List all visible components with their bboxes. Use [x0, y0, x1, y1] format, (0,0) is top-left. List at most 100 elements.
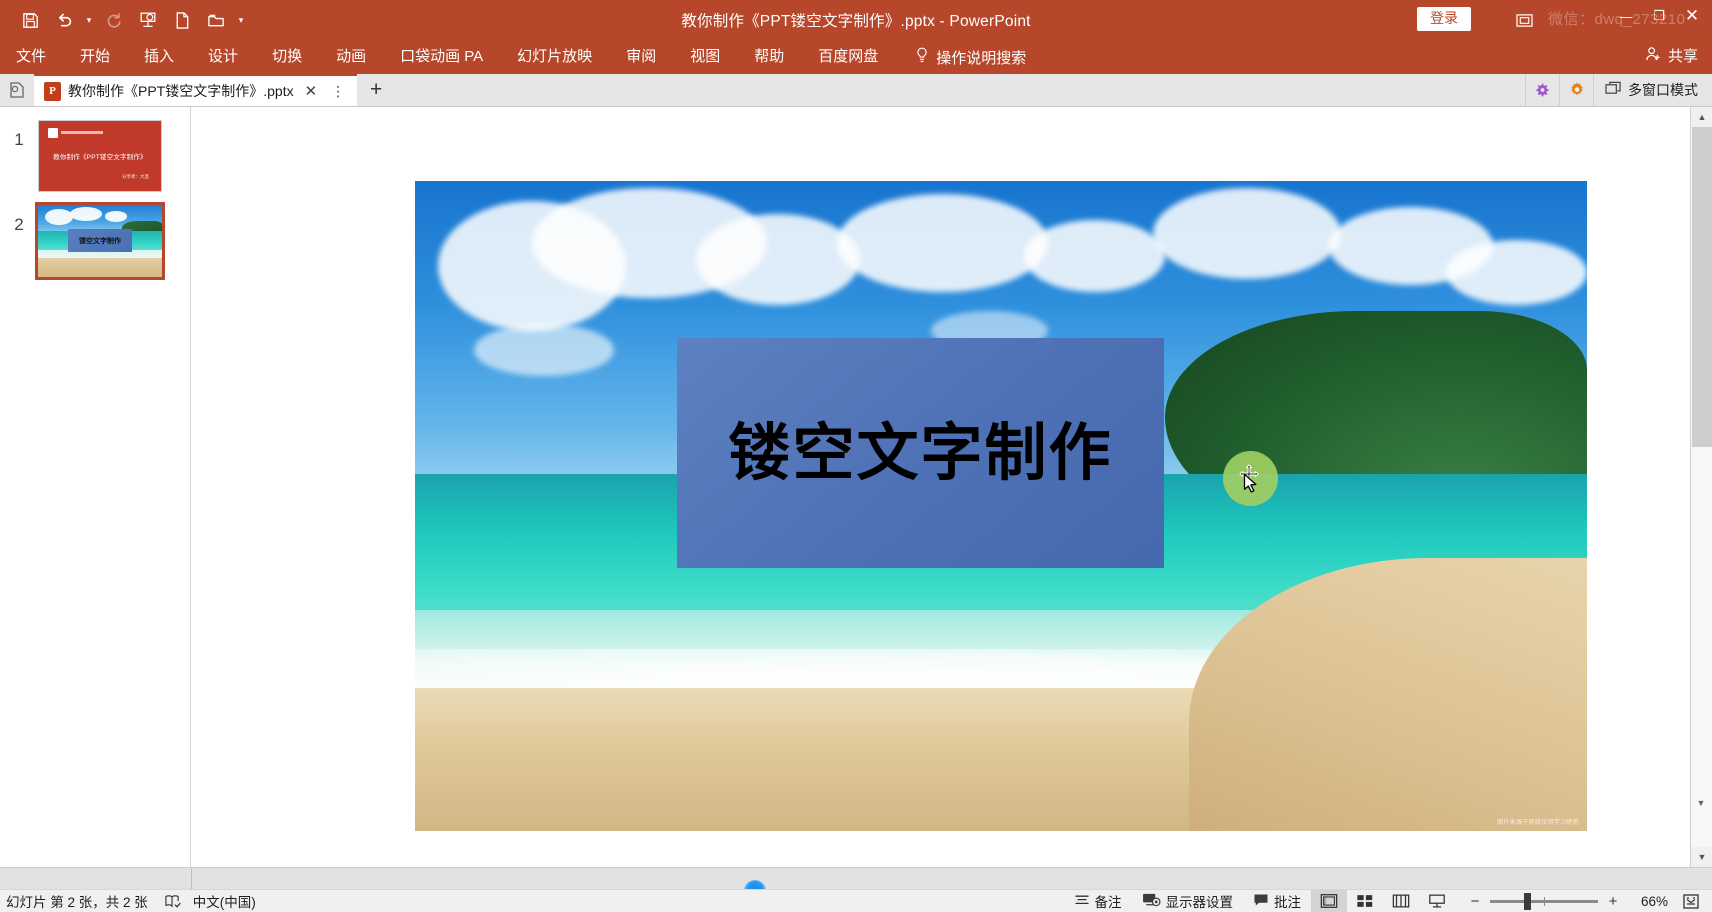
slide-number: 2 [14, 215, 24, 234]
save-icon[interactable] [14, 5, 46, 35]
share-label: 共享 [1667, 48, 1698, 65]
undo-dropdown-caret-icon[interactable]: ▾ [82, 5, 96, 35]
share-button[interactable]: 共享 [1645, 45, 1698, 66]
new-file-icon[interactable] [166, 5, 198, 35]
menu-tab-pocket-animation[interactable]: 口袋动画 PA [400, 43, 483, 71]
notes-splitter[interactable] [0, 867, 1712, 902]
customize-qat-icon[interactable]: ▾ [234, 5, 248, 35]
menu-tab-slideshow[interactable]: 幻灯片放映 [517, 43, 592, 71]
title-bar: ▾ ▾ 教你制作《PPT镂空文字制作》.pptx - PowerPoint 登录… [0, 0, 1712, 40]
tab-close-icon[interactable]: ✕ [301, 82, 322, 100]
scrollbar-thumb[interactable] [1692, 127, 1712, 447]
slide-thumbnail-2[interactable]: 镂空文字制作 [35, 202, 165, 280]
tabstrip-right-tools: 多窗口模式 [1525, 74, 1712, 106]
maximize-button[interactable]: ❐ [1645, 3, 1673, 29]
slide-number: 1 [14, 130, 24, 149]
plugin-star-icon[interactable] [1525, 74, 1559, 106]
text-placeholder-shape[interactable]: 镂空文字制作 [677, 338, 1164, 568]
undo-icon[interactable] [48, 5, 80, 35]
pane-divider [191, 868, 192, 890]
slide-thumbnail-1[interactable]: 教你制作《PPT镂空文字制作》 分享者：大圣 [38, 120, 162, 192]
thumb-logo-text [61, 131, 103, 134]
sign-in-button[interactable]: 登录 [1417, 7, 1471, 31]
comments-button[interactable]: 批注 [1243, 890, 1311, 912]
view-normal-button[interactable] [1311, 889, 1347, 912]
gear-icon[interactable] [1559, 74, 1593, 106]
view-slide-sorter-button[interactable] [1347, 890, 1383, 912]
zoom-slider-thumb[interactable] [1524, 892, 1531, 910]
person-add-icon [1645, 46, 1662, 66]
multi-window-mode-button[interactable]: 多窗口模式 [1593, 74, 1712, 106]
mouse-pointer-icon [1243, 473, 1259, 500]
fit-slide-to-window-icon[interactable] [1676, 890, 1706, 912]
language-indicator[interactable]: 中文(中国) [193, 891, 256, 911]
menu-tab-help[interactable]: 帮助 [754, 43, 784, 71]
powerpoint-window: ▾ ▾ 教你制作《PPT镂空文字制作》.pptx - PowerPoint 登录… [0, 0, 1712, 912]
new-tab-button[interactable]: + [357, 74, 395, 106]
multi-window-mode-label: 多窗口模式 [1628, 82, 1698, 98]
slide-thumbnail-item[interactable]: 1 教你制作《PPT镂空文字制作》 分享者：大圣 [0, 120, 191, 192]
thumb-cloud [45, 209, 73, 226]
open-file-icon[interactable] [200, 5, 232, 35]
document-tab[interactable]: P 教你制作《PPT镂空文字制作》.pptx ✕ ⋮ [34, 74, 358, 106]
lightbulb-icon [915, 47, 929, 68]
scrollbar-track[interactable] [1691, 127, 1712, 847]
menu-tab-insert[interactable]: 插入 [144, 43, 174, 71]
current-slide[interactable]: 图片来源于网络仅供学习使用 镂空文字制作 [415, 181, 1587, 831]
menu-tab-review[interactable]: 审阅 [626, 43, 656, 71]
cloud-shape [473, 324, 615, 376]
thumb-textbox: 镂空文字制作 [67, 229, 133, 252]
view-slideshow-button[interactable] [1419, 890, 1455, 912]
display-settings-button[interactable]: 显示器设置 [1132, 890, 1244, 912]
scroll-down-icon[interactable]: ▼ [1691, 847, 1712, 867]
menu-tab-home[interactable]: 开始 [80, 43, 110, 71]
notes-button[interactable]: 备注 [1064, 890, 1132, 912]
slide-canvas-area: 图片来源于网络仅供学习使用 镂空文字制作 [191, 107, 1690, 867]
cloud-shape [696, 213, 861, 305]
zoom-slider[interactable] [1490, 892, 1598, 910]
display-settings-icon [1142, 892, 1161, 910]
scroll-up-icon[interactable]: ▲ [1691, 107, 1712, 127]
menu-tab-file[interactable]: 文件 [16, 43, 46, 71]
zoom-out-button[interactable]: − [1469, 893, 1481, 910]
slide-image-watermark: 图片来源于网络仅供学习使用 [1497, 820, 1579, 826]
comment-bubble-icon [1253, 893, 1269, 910]
tab-menu-icon[interactable]: ⋮ [328, 83, 349, 100]
document-tab-label: 教你制作《PPT镂空文字制作》.pptx [68, 83, 294, 99]
tab-list-icon[interactable] [0, 74, 34, 106]
status-left: 幻灯片 第 2 张，共 2 张 中文(中国) [0, 891, 256, 911]
cloud-shape [1446, 239, 1587, 305]
thumb-textbox-text: 镂空文字制作 [78, 237, 121, 245]
ribbon-display-options-icon[interactable] [1511, 8, 1537, 32]
close-button[interactable]: ✕ [1678, 3, 1706, 29]
menu-tab-design[interactable]: 设计 [208, 43, 238, 71]
quick-access-toolbar: ▾ ▾ [0, 5, 248, 35]
workspace: 1 教你制作《PPT镂空文字制作》 分享者：大圣 2 镂空文字制作 图片来源于网… [0, 107, 1712, 867]
slide-thumbnail-pane[interactable]: 1 教你制作《PPT镂空文字制作》 分享者：大圣 2 镂空文字制作 [0, 107, 191, 867]
menu-tab-view[interactable]: 视图 [690, 43, 720, 71]
minimize-button[interactable]: — [1612, 3, 1640, 29]
notes-icon [1074, 893, 1090, 910]
thumb-title-text: 教你制作《PPT镂空文字制作》 [53, 154, 147, 161]
redo-icon[interactable] [98, 5, 130, 35]
powerpoint-file-icon: P [44, 81, 61, 101]
zoom-in-button[interactable]: + [1607, 893, 1619, 910]
menu-tab-transitions[interactable]: 切换 [272, 43, 302, 71]
view-reading-button[interactable] [1383, 890, 1419, 912]
thumb-cloud [104, 210, 128, 222]
ribbon-tab-bar: 文件 开始 插入 设计 切换 动画 口袋动画 PA 幻灯片放映 审阅 视图 帮助… [0, 40, 1712, 74]
tell-me-search[interactable]: 操作说明搜索 [915, 47, 1026, 68]
menu-tab-animations[interactable]: 动画 [336, 43, 366, 71]
zoom-control[interactable]: − + 66% [1455, 892, 1676, 910]
start-presentation-icon[interactable] [132, 5, 164, 35]
status-right: 备注 显示器设置 批注 − + 66% [1064, 889, 1712, 912]
menu-tab-baidu-netdisk[interactable]: 百度网盘 [818, 43, 878, 71]
zoom-level-label[interactable]: 66% [1628, 894, 1668, 909]
thumb-logo-icon [48, 128, 58, 138]
spellcheck-icon[interactable] [164, 894, 181, 909]
slide-thumbnail-item[interactable]: 2 镂空文字制作 [0, 202, 191, 280]
slide-position-indicator[interactable]: 幻灯片 第 2 张，共 2 张 [6, 891, 148, 911]
thumb-cloud [70, 207, 103, 221]
vertical-scrollbar[interactable]: ▲ ▼ ▼ [1690, 107, 1712, 867]
scroll-next-slide-icon[interactable]: ▼ [1692, 795, 1710, 811]
